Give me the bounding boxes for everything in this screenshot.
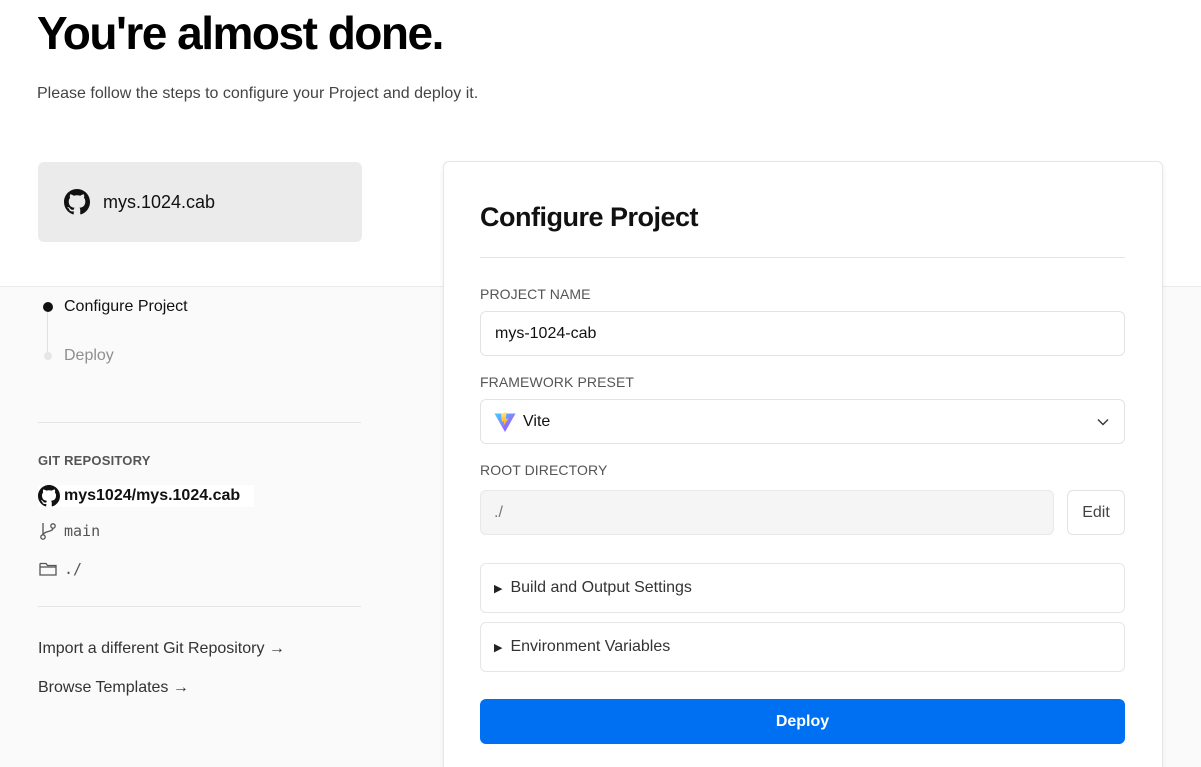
chevron-down-icon xyxy=(1097,418,1109,425)
git-directory-path: ./ xyxy=(64,560,83,578)
configure-project-panel: Configure Project PROJECT NAME mys-1024-… xyxy=(443,161,1163,767)
framework-preset-value: Vite xyxy=(523,412,551,430)
framework-preset-label: FRAMEWORK PRESET xyxy=(480,374,635,390)
git-branch-icon xyxy=(40,523,56,540)
expand-triangle-icon: ▶ xyxy=(494,641,503,654)
environment-variables-toggle[interactable]: ▶ Environment Variables xyxy=(480,622,1125,672)
git-repo-name: mys1024/mys.1024.cab xyxy=(64,487,241,504)
github-icon xyxy=(64,189,90,215)
root-directory-input: ./ xyxy=(480,490,1054,535)
page-title: You're almost done. xyxy=(37,7,444,59)
step-deploy: Deploy xyxy=(44,347,114,365)
project-name-input[interactable]: mys-1024-cab xyxy=(480,311,1125,356)
environment-variables-label: Environment Variables xyxy=(510,638,671,655)
framework-preset-select[interactable]: Vite xyxy=(480,399,1125,444)
configure-project-title: Configure Project xyxy=(480,202,699,232)
sidebar-divider xyxy=(38,422,361,423)
panel-divider xyxy=(480,257,1125,258)
folder-icon xyxy=(39,562,57,576)
repo-card-name: mys.1024.cab xyxy=(103,191,216,212)
expand-triangle-icon: ▶ xyxy=(494,582,503,595)
build-output-settings-toggle[interactable]: ▶ Build and Output Settings xyxy=(480,563,1125,613)
git-branch: main xyxy=(38,521,100,541)
vite-logo-icon xyxy=(494,411,516,432)
step-active-dot xyxy=(43,302,53,312)
git-directory: ./ xyxy=(38,559,82,579)
import-repo-link[interactable]: Import a different Git Repository → xyxy=(38,640,285,658)
browse-templates-link[interactable]: Browse Templates → xyxy=(38,679,189,697)
github-icon xyxy=(38,485,60,507)
step-inactive-dot xyxy=(44,352,52,360)
step-label: Configure Project xyxy=(64,298,188,315)
git-repo-link[interactable]: mys1024/mys.1024.cab xyxy=(38,485,255,507)
project-name-value: mys-1024-cab xyxy=(495,324,597,342)
page-subtitle: Please follow the steps to configure you… xyxy=(37,85,479,102)
deploy-button[interactable]: Deploy xyxy=(480,699,1125,744)
build-output-settings-label: Build and Output Settings xyxy=(510,579,692,596)
root-directory-value: ./ xyxy=(494,503,503,521)
step-label: Deploy xyxy=(64,347,114,364)
edit-root-directory-button[interactable]: Edit xyxy=(1067,490,1125,535)
root-directory-label: ROOT DIRECTORY xyxy=(480,462,608,478)
git-repository-heading: GIT REPOSITORY xyxy=(38,453,151,468)
sidebar-divider xyxy=(38,606,361,607)
step-configure-project: Configure Project xyxy=(43,298,188,316)
git-branch-name: main xyxy=(64,522,101,540)
repo-card: mys.1024.cab xyxy=(38,162,362,242)
project-name-label: PROJECT NAME xyxy=(480,286,591,302)
